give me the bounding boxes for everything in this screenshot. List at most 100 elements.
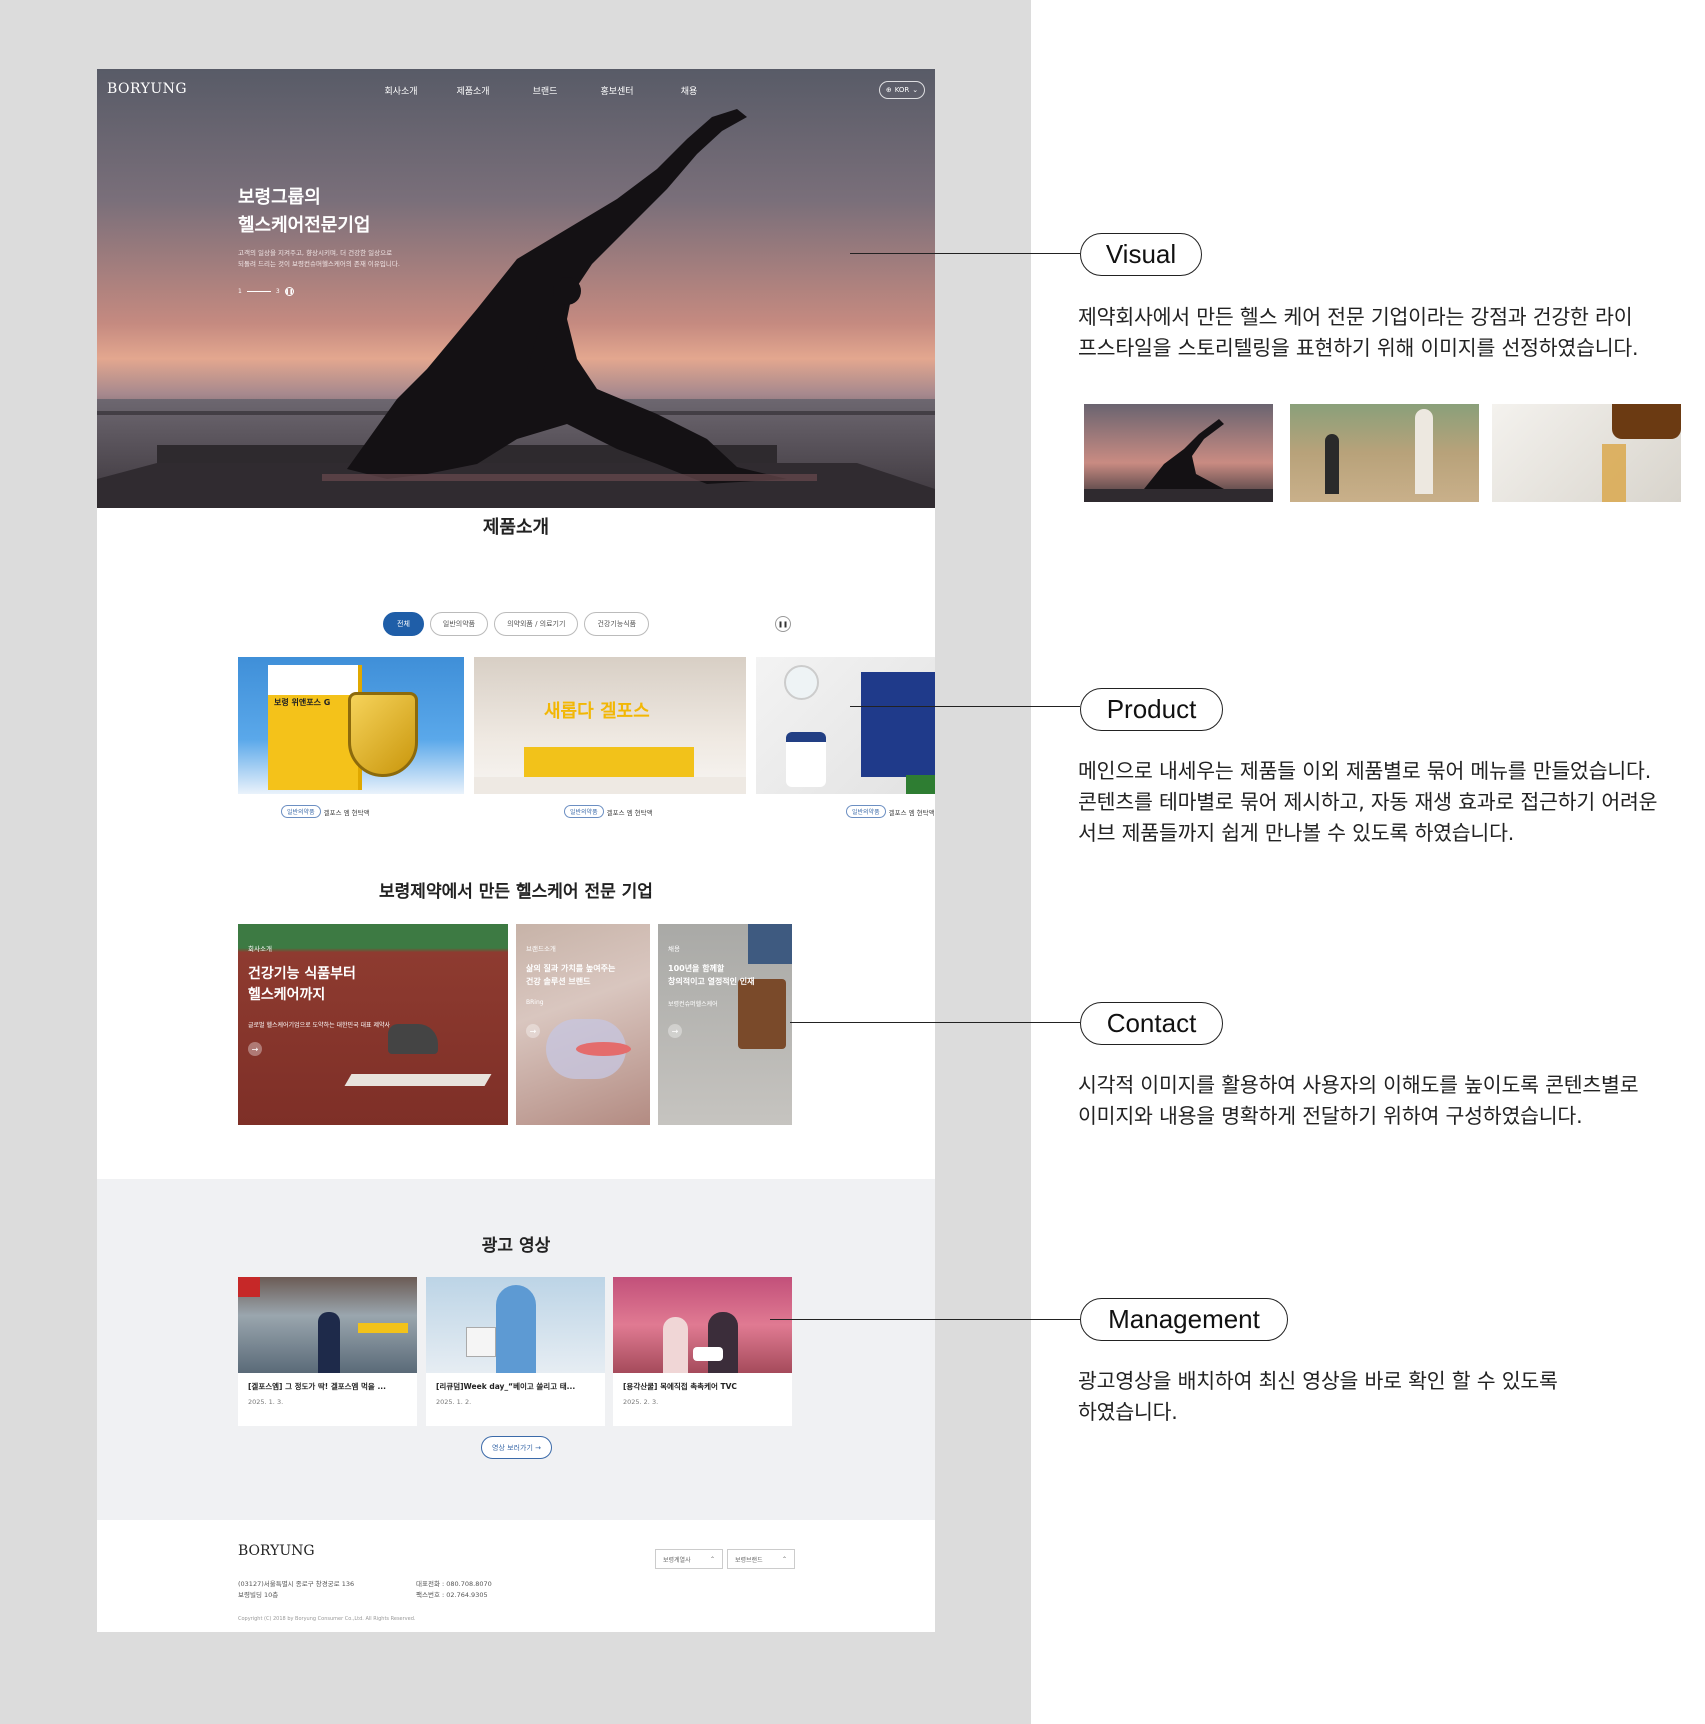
product-box-top xyxy=(268,665,358,695)
brand-select[interactable]: 보령브랜드 ⌃ xyxy=(727,1549,795,1569)
note-line: 하였습니다. xyxy=(1078,1400,1178,1424)
video-thumbnail xyxy=(613,1277,792,1373)
product-table xyxy=(474,777,746,794)
company-card-recruit[interactable]: 채용 100년을 함께할 창의적이고 열정적인 인재 보령컨슈머헬스케어 → xyxy=(658,924,792,1125)
medicine-bottle-image xyxy=(1612,404,1681,439)
arrow-right-icon[interactable]: → xyxy=(668,1024,682,1038)
company-card-brand[interactable]: 브랜드소개 삶의 질과 가치를 높여주는 건강 솔루션 브랜드 BRing → xyxy=(516,924,650,1125)
category-badge: 일반의약품 xyxy=(846,805,886,818)
supplement-bottle-image xyxy=(786,732,826,787)
product-caption-1: 일반의약품 겔포스 엠 현탁액 xyxy=(281,805,370,818)
annotation-pill-product: Product xyxy=(1080,688,1223,731)
video-card-1[interactable]: [겔포스엠] 그 정도가 딱! 겔포스엠 먹을 ... 2025. 1. 3. xyxy=(238,1277,417,1426)
hero-visual: BORYUNG 회사소개 제품소개 브랜드 홍보센터 채용 ⊕ KOR ⌄ 보령… xyxy=(97,69,935,508)
visual-thumbnail-lab xyxy=(1492,404,1681,502)
annotation-line-product xyxy=(850,706,1080,707)
chevron-up-icon: ⌃ xyxy=(781,1555,787,1563)
footer-logo[interactable]: BORYUNG xyxy=(238,1543,315,1559)
note-line: 메인으로 내세우는 제품들 이외 제품별로 묶어 메뉴를 만들었습니다. xyxy=(1078,759,1652,783)
product-name: 겔포스 엠 현탁액 xyxy=(323,808,370,817)
annotation-note-contact: 시각적 이미지를 활용하여 사용자의 이해도를 높이도록 콘텐츠별로 이미지와 … xyxy=(1078,1070,1639,1132)
product-box-label: 보령 위앤포스 G xyxy=(274,698,331,707)
briefcase-image xyxy=(738,979,786,1049)
card-description: 보령컨슈머헬스케어 xyxy=(668,1001,718,1008)
video-title: [겔포스엠] 그 정도가 딱! 겔포스엠 먹을 ... xyxy=(248,1382,386,1391)
tab-health-food[interactable]: 건강기능식품 xyxy=(584,612,650,636)
tel-number: 080.708.8070 xyxy=(446,1580,492,1588)
pager-progress-bar xyxy=(246,291,271,292)
company-card-about[interactable]: 회사소개 건강기능 식품부터 헬스케어까지 글로벌 헬스케어기업으로 도약하는 … xyxy=(238,924,508,1125)
product-headline: 새롭다 겔포스 xyxy=(544,701,650,722)
language-selector[interactable]: ⊕ KOR ⌄ xyxy=(879,81,925,99)
nav-item-brand[interactable]: 브랜드 xyxy=(509,84,581,97)
nav-item-pr[interactable]: 홍보센터 xyxy=(581,84,653,97)
carousel-pause-icon[interactable]: ❚❚ xyxy=(775,616,791,632)
nav-item-recruit[interactable]: 채용 xyxy=(653,84,725,97)
products-title: 제품소개 xyxy=(482,517,550,538)
note-line: 시각적 이미지를 활용하여 사용자의 이해도를 높이도록 콘텐츠별로 xyxy=(1078,1073,1639,1097)
yoga-silhouette-image xyxy=(1084,419,1273,502)
card-title: 건강기능 식품부터 헬스케어까지 xyxy=(248,964,356,1006)
affiliate-select[interactable]: 보령계열사 ⌃ xyxy=(655,1549,723,1569)
arrow-right-icon[interactable]: → xyxy=(526,1024,540,1038)
product-card-1[interactable]: 보령 위앤포스 G xyxy=(238,657,464,794)
visual-thumbnail-yoga xyxy=(1084,404,1273,502)
annotation-pill-management: Management xyxy=(1080,1298,1288,1341)
water-glass-image xyxy=(784,665,819,700)
video-date: 2025. 1. 2. xyxy=(436,1398,472,1406)
suit-image xyxy=(748,924,792,964)
hero-pager: 1 3 ❚❚ xyxy=(238,287,294,296)
video-card-3[interactable]: [용각산쿨] 목에직접 촉촉케어 TVC 2025. 2. 3. xyxy=(613,1277,792,1426)
store-sign-image xyxy=(238,1277,260,1297)
tab-quasi-drug[interactable]: 의약외품 / 의료기기 xyxy=(494,612,579,636)
cake-image xyxy=(693,1347,723,1361)
video-title: [용각산쿨] 목에직접 촉촉케어 TVC xyxy=(623,1382,737,1391)
pager-current: 1 xyxy=(238,288,242,295)
globe-icon: ⊕ xyxy=(885,86,892,94)
pause-icon[interactable]: ❚❚ xyxy=(284,287,294,296)
chevron-up-icon: ⌃ xyxy=(709,1555,715,1563)
product-name: 겔포스 엠 현탁액 xyxy=(888,808,935,817)
nav-item-company[interactable]: 회사소개 xyxy=(365,84,437,97)
annotation-pill-visual: Visual xyxy=(1080,233,1202,276)
hero-desc-line1: 고객의 일상을 지켜주고, 향상시키며, 더 건강한 일상으로 xyxy=(238,249,393,257)
more-videos-button[interactable]: 영상 보러가기 → xyxy=(481,1436,552,1459)
tab-all[interactable]: 전체 xyxy=(383,612,424,636)
product-caption-3: 일반의약품 겔포스 엠 현탁액 xyxy=(846,805,935,818)
tab-otc[interactable]: 일반의약품 xyxy=(429,612,489,636)
arrow-right-icon[interactable]: → xyxy=(248,1042,262,1056)
liquid-image xyxy=(1602,444,1626,502)
hero-desc-line2: 되돌려 드리는 것이 보령컨슈머헬스케어의 존재 이유입니다. xyxy=(238,260,400,268)
runner-image xyxy=(1415,409,1433,494)
person-image xyxy=(708,1312,738,1373)
product-card-2[interactable]: 새롭다 겔포스 xyxy=(474,657,746,794)
annotation-note-product: 메인으로 내세우는 제품들 이외 제품별로 묶어 메뉴를 만들었습니다. 콘텐츠… xyxy=(1078,756,1658,849)
product-card-3[interactable] xyxy=(756,657,935,794)
product-pack-image xyxy=(524,747,694,777)
affiliate-select-label: 보령계열사 xyxy=(663,1556,691,1564)
address-line2: 보령빌딩 10층 xyxy=(238,1591,279,1599)
video-date: 2025. 1. 3. xyxy=(248,1398,284,1406)
main-nav: 회사소개 제품소개 브랜드 홍보센터 채용 xyxy=(365,84,725,97)
person-image xyxy=(496,1285,536,1373)
hero-description: 고객의 일상을 지켜주고, 향상시키며, 더 건강한 일상으로 되돌려 드리는 … xyxy=(238,248,438,270)
person-image xyxy=(318,1312,340,1373)
arrow-right-icon: → xyxy=(532,1443,541,1452)
visual-thumbnail-running xyxy=(1290,404,1479,502)
fax-number: 02.764.9305 xyxy=(446,1591,488,1599)
card-title-line1: 100년을 함께할 xyxy=(668,964,725,973)
tel-label: 대표전화 xyxy=(416,1580,440,1588)
nav-item-products[interactable]: 제품소개 xyxy=(437,84,509,97)
card-category: 브랜드소개 xyxy=(526,945,556,953)
runner-image xyxy=(1325,434,1339,494)
card-title-line2: 헬스케어까지 xyxy=(248,987,326,1003)
site-logo[interactable]: BORYUNG xyxy=(107,81,187,97)
grass-image xyxy=(906,775,935,794)
card-description: BRing xyxy=(526,999,544,1006)
annotation-note-management: 광고영상을 배치하여 최신 영상을 바로 확인 할 수 있도록 하였습니다. xyxy=(1078,1366,1558,1428)
note-line: 프스타일을 스토리텔링을 표현하기 위해 이미지를 선정하였습니다. xyxy=(1078,336,1639,360)
note-line: 콘텐츠를 테마별로 묶어 제시하고, 자동 재생 효과로 접근하기 어려운 xyxy=(1078,790,1658,814)
annotation-line-visual xyxy=(850,253,1080,254)
track-line xyxy=(344,1074,492,1086)
video-card-2[interactable]: [리큐덤]Week day_“베이고 쓸리고 태... 2025. 1. 2. xyxy=(426,1277,605,1426)
